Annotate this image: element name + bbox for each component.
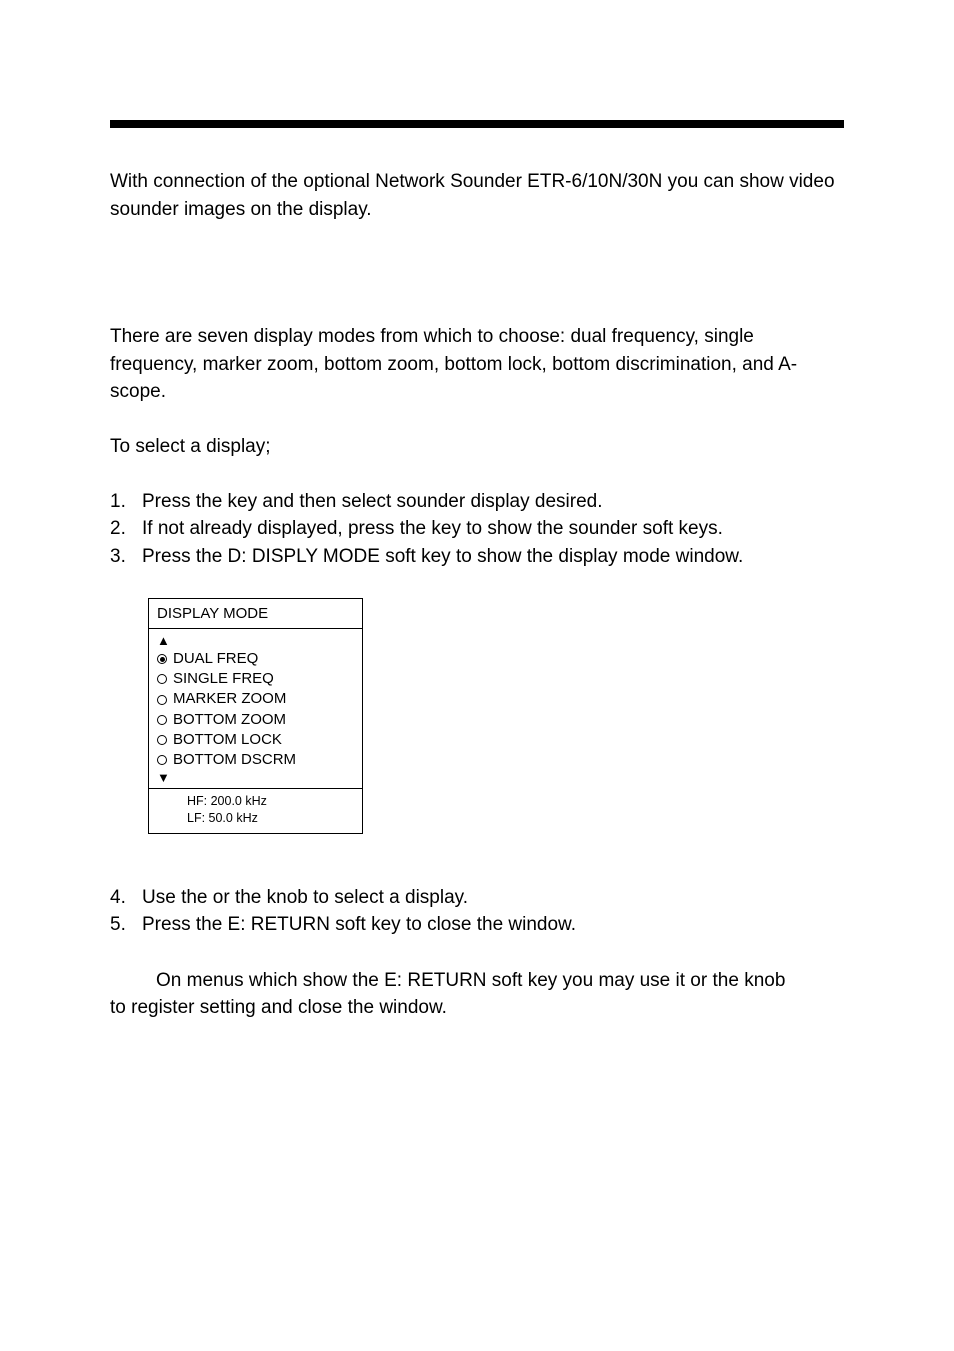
step-number: 3. [110,543,142,571]
step-number: 4. [110,884,142,912]
step-text: If not already displayed, press the key … [142,515,844,543]
steps-list-1: 1. Press the key and then select sounder… [110,488,844,571]
frequency-info: HF: 200.0 kHz LF: 50.0 kHz [149,788,362,833]
radio-icon [157,755,167,765]
step-number: 5. [110,911,142,939]
step-3: 3. Press the D: DISPLY MODE soft key to … [110,543,844,571]
step-text: Press the D: DISPLY MODE soft key to sho… [142,543,844,571]
scroll-up-arrow-icon: ▲ [157,633,354,649]
section-description: There are seven display modes from which… [110,323,844,406]
mode-label: MARKER ZOOM [173,689,286,709]
radio-icon [157,695,167,705]
note-paragraph: On menus which show the E: RETURN soft k… [110,967,844,1022]
step-text: Press the E: RETURN soft key to close th… [142,911,844,939]
radio-selected-icon [157,654,167,664]
step-text: Use the or the knob to select a display. [142,884,844,912]
mode-label: DUAL FREQ [173,649,258,669]
mode-option-bottom-lock: BOTTOM LOCK [157,730,354,750]
display-mode-title: DISPLAY MODE [149,599,362,629]
steps-list-2: 4. Use the or the knob to select a displ… [110,884,844,939]
step-1: 1. Press the key and then select sounder… [110,488,844,516]
radio-icon [157,715,167,725]
intro-paragraph: With connection of the optional Network … [110,168,844,223]
display-mode-window: DISPLAY MODE ▲ DUAL FREQ SINGLE FREQ MAR… [148,598,363,833]
subhead: To select a display; [110,436,844,458]
mode-label: SINGLE FREQ [173,669,274,689]
mode-option-bottom-dscrm: BOTTOM DSCRM [157,750,354,770]
display-mode-body: ▲ DUAL FREQ SINGLE FREQ MARKER ZOOM BOTT… [149,629,362,788]
step-number: 2. [110,515,142,543]
scroll-down-arrow-icon: ▼ [157,770,354,786]
step-5: 5. Press the E: RETURN soft key to close… [110,911,844,939]
radio-icon [157,735,167,745]
mode-label: BOTTOM ZOOM [173,710,286,730]
hf-value: HF: 200.0 kHz [187,793,354,810]
step-text: Press the key and then select sounder di… [142,488,844,516]
mode-option-bottom-zoom: BOTTOM ZOOM [157,710,354,730]
mode-option-dual-freq: DUAL FREQ [157,649,354,669]
lf-value: LF: 50.0 kHz [187,810,354,827]
step-number: 1. [110,488,142,516]
step-2: 2. If not already displayed, press the k… [110,515,844,543]
mode-label: BOTTOM DSCRM [173,750,296,770]
mode-option-single-freq: SINGLE FREQ [157,669,354,689]
step-4: 4. Use the or the knob to select a displ… [110,884,844,912]
radio-icon [157,674,167,684]
section-divider [110,120,844,128]
mode-label: BOTTOM LOCK [173,730,282,750]
mode-option-marker-zoom: MARKER ZOOM [157,689,354,709]
